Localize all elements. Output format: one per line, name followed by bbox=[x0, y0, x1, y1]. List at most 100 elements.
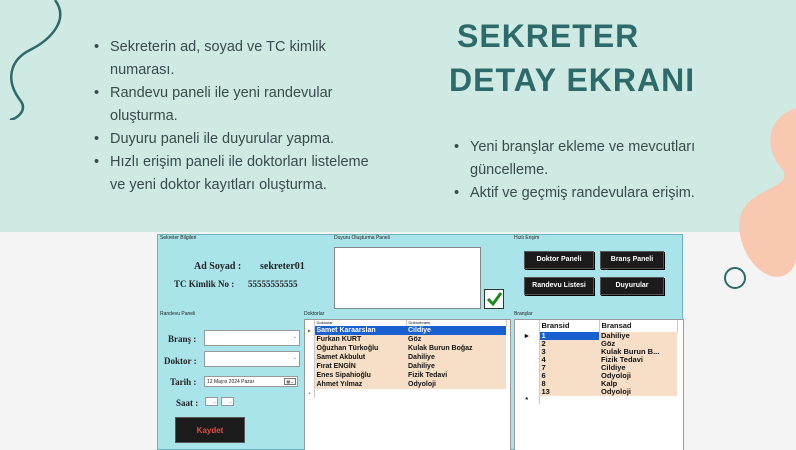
row-header-cell[interactable] bbox=[305, 344, 315, 353]
submit-check-button[interactable] bbox=[484, 289, 504, 309]
saat-hour-select[interactable]: ⌄ bbox=[205, 397, 218, 406]
table-cell[interactable] bbox=[539, 396, 599, 404]
table-cell[interactable] bbox=[406, 389, 506, 398]
doctors-table: Doktorlar Doktorbrans ▸ Samet Karaarslan C… bbox=[305, 320, 507, 398]
bullet-item: Duyuru paneli ile duyurular yapma. bbox=[94, 128, 384, 151]
row-header-cell[interactable] bbox=[305, 335, 315, 344]
row-header-cell[interactable] bbox=[515, 340, 540, 348]
table-cell[interactable]: Cildiye bbox=[406, 326, 506, 335]
brans-select[interactable]: ⌄ bbox=[204, 330, 300, 346]
tc-label: TC Kimlik No : bbox=[174, 279, 235, 289]
chevron-down-icon: ⌄ bbox=[212, 399, 216, 404]
table-cell[interactable]: 13 bbox=[539, 388, 599, 396]
new-row[interactable]: * bbox=[305, 389, 506, 398]
table-row[interactable]: 8 Kalp bbox=[515, 380, 677, 388]
group-label-appointment: Randevu Paneli bbox=[160, 311, 196, 317]
saat-label: Saat : bbox=[176, 398, 199, 408]
bullet-item: Sekreterin ad, soyad ve TC kimlik numara… bbox=[94, 36, 384, 82]
row-header-cell[interactable] bbox=[515, 380, 540, 388]
calendar-icon[interactable]: ▦⌄ bbox=[284, 378, 296, 385]
table-cell[interactable]: Odyoloji bbox=[599, 388, 677, 396]
table-cell[interactable]: Fırat ENGİN bbox=[314, 362, 406, 371]
table-cell[interactable]: 3 bbox=[539, 348, 599, 356]
row-header-cell[interactable] bbox=[515, 356, 540, 364]
ad-soyad-value: sekreter01 bbox=[260, 261, 305, 272]
table-cell[interactable]: Furkan KURT bbox=[314, 335, 406, 344]
table-row[interactable]: ▸ 1 Dahiliye bbox=[515, 332, 677, 340]
table-row[interactable]: 3 Kulak Burun B... bbox=[515, 348, 677, 356]
doctors-grid[interactable]: Doktorlar Doktorbrans ▸ Samet Karaarslan C… bbox=[304, 319, 511, 450]
row-header-cell[interactable] bbox=[515, 372, 540, 380]
bullet-item: Hızlı erişim paneli ile doktorları liste… bbox=[94, 151, 384, 197]
row-header-cell[interactable] bbox=[515, 348, 540, 356]
table-row[interactable]: Samet Akbulut Dahiliye bbox=[305, 353, 506, 362]
bullet-list-left: Sekreterin ad, soyad ve TC kimlik numara… bbox=[94, 36, 384, 197]
bullet-item: Aktif ve geçmiş randevulara erişim. bbox=[454, 182, 754, 205]
brans-label: Branş : bbox=[168, 334, 197, 344]
table-row[interactable]: 6 Odyoloji bbox=[515, 372, 677, 380]
table-row[interactable]: Ahmet Yılmaz Odyoloji bbox=[305, 380, 506, 389]
table-cell[interactable]: Kulak Burun Boğaz bbox=[406, 344, 506, 353]
table-cell[interactable] bbox=[314, 389, 406, 398]
table-row[interactable]: 4 Fizik Tedavi bbox=[515, 356, 677, 364]
decorative-curve-icon bbox=[9, 0, 62, 120]
branches-grid[interactable]: Bransid Bransad ▸ 1 Dahiliye 2 Göz 3 Kulak Bur… bbox=[514, 319, 684, 450]
row-header-cell[interactable] bbox=[305, 371, 315, 380]
announcement-textarea[interactable] bbox=[334, 247, 481, 309]
table-cell[interactable]: Dahiliye bbox=[406, 353, 506, 362]
table-cell[interactable]: Ahmet Yılmaz bbox=[314, 380, 406, 389]
table-cell[interactable] bbox=[599, 396, 677, 404]
new-row-marker: * bbox=[305, 389, 315, 398]
new-row[interactable]: * bbox=[515, 396, 677, 404]
checkmark-icon bbox=[486, 292, 503, 307]
chevron-down-icon: ⌄ bbox=[228, 399, 232, 404]
doktor-select[interactable]: ⌄ bbox=[204, 351, 300, 367]
kaydet-button[interactable]: Kaydet bbox=[175, 417, 245, 443]
duyurular-button[interactable]: Duyurular bbox=[600, 277, 664, 295]
row-header-cell[interactable] bbox=[305, 380, 315, 389]
table-row[interactable]: Furkan KURT Göz bbox=[305, 335, 506, 344]
row-header-cell[interactable] bbox=[515, 364, 540, 372]
row-header-cell[interactable] bbox=[305, 353, 315, 362]
group-label-info: Sekreter Bilgileri bbox=[160, 235, 197, 241]
table-cell[interactable]: Enes Sipahioğlu bbox=[314, 371, 406, 380]
table-row[interactable]: Fırat ENGİN Dahiliye bbox=[305, 362, 506, 371]
ad-soyad-label: Ad Soyad : bbox=[194, 261, 242, 272]
table-cell[interactable]: Fizik Tedavi bbox=[406, 371, 506, 380]
row-header-cell[interactable]: ▸ bbox=[305, 326, 315, 335]
bullet-item: Yeni branşlar ekleme ve mevcutları günce… bbox=[454, 136, 754, 182]
table-cell[interactable]: Oğuzhan Türkoğlu bbox=[314, 344, 406, 353]
table-cell[interactable]: 2 bbox=[539, 340, 599, 348]
table-row[interactable]: Enes Sipahioğlu Fizik Tedavi bbox=[305, 371, 506, 380]
brans-paneli-button[interactable]: Branş Paneli bbox=[600, 251, 664, 269]
table-row[interactable]: Oğuzhan Türkoğlu Kulak Burun Boğaz bbox=[305, 344, 506, 353]
row-header-cell[interactable] bbox=[305, 362, 315, 371]
table-cell[interactable]: 4 bbox=[539, 356, 599, 364]
group-label-branches: Branşlar bbox=[514, 311, 533, 317]
table-cell[interactable]: Göz bbox=[406, 335, 506, 344]
table-row[interactable]: 7 Cildiye bbox=[515, 364, 677, 372]
column-header[interactable]: Bransid bbox=[539, 320, 600, 332]
randevu-listesi-button[interactable]: Randevu Listesi bbox=[524, 277, 594, 295]
secretary-detail-window: Sekreter Bilgileri Ad Soyad : sekreter01… bbox=[157, 234, 684, 450]
table-cell[interactable]: 6 bbox=[539, 372, 599, 380]
new-row-marker: * bbox=[515, 396, 540, 404]
table-cell[interactable]: Samet Akbulut bbox=[314, 353, 406, 362]
table-cell[interactable]: Samet Karaarslan bbox=[314, 326, 406, 335]
saat-minute-select[interactable]: ⌄ bbox=[221, 397, 234, 406]
table-cell[interactable]: Odyoloji bbox=[406, 380, 506, 389]
group-label-announcement: Duyuru Oluşturma Paneli bbox=[334, 235, 390, 241]
row-header-cell[interactable]: ▸ bbox=[515, 332, 540, 340]
decorative-circle-icon bbox=[724, 267, 746, 289]
bullet-list-right: Yeni branşlar ekleme ve mevcutları günce… bbox=[454, 136, 754, 205]
tarih-label: Tarih : bbox=[170, 377, 197, 387]
slide-header-band: Sekreterin ad, soyad ve TC kimlik numara… bbox=[0, 0, 796, 232]
doktor-paneli-button[interactable]: Doktor Paneli bbox=[524, 251, 594, 269]
slide-title-line2: DETAY EKRANI bbox=[449, 62, 696, 98]
table-cell[interactable]: Dahiliye bbox=[406, 362, 506, 371]
table-row[interactable]: 13 Odyoloji bbox=[515, 388, 677, 396]
table-row[interactable]: ▸ Samet Karaarslan Cildiye bbox=[305, 326, 506, 335]
table-cell[interactable]: 7 bbox=[539, 364, 599, 372]
tarih-datepicker[interactable]: 12 Mayıs 2024 Pazar ▦⌄ bbox=[204, 376, 298, 387]
table-cell[interactable]: 1 bbox=[539, 332, 599, 340]
